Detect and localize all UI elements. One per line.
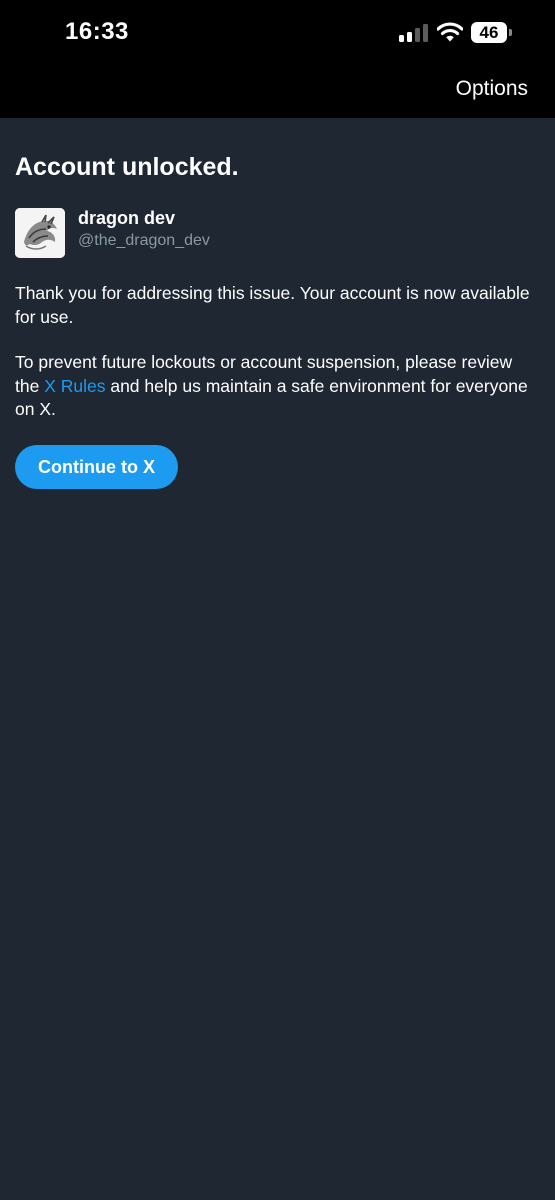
unlock-message: Thank you for addressing this issue. You… bbox=[15, 283, 530, 327]
top-bar: 16:33 46 Options bbox=[0, 0, 555, 118]
battery-tip bbox=[509, 29, 512, 36]
rules-message: To prevent future lockouts or account su… bbox=[15, 351, 540, 422]
avatar bbox=[15, 208, 65, 258]
wifi-icon bbox=[437, 22, 463, 42]
battery-level: 46 bbox=[471, 22, 507, 43]
options-button[interactable]: Options bbox=[456, 77, 528, 101]
continue-to-x-button[interactable]: Continue to X bbox=[15, 445, 178, 489]
battery-icon: 46 bbox=[471, 22, 513, 43]
x-rules-link[interactable]: X Rules bbox=[44, 376, 105, 396]
page-title: Account unlocked. bbox=[15, 153, 239, 181]
user-display-name: dragon dev bbox=[78, 208, 176, 228]
cellular-signal-icon bbox=[399, 24, 429, 42]
user-handle: @the_dragon_dev bbox=[78, 232, 210, 249]
dragon-avatar-icon bbox=[15, 208, 65, 258]
status-time: 16:33 bbox=[65, 18, 129, 45]
